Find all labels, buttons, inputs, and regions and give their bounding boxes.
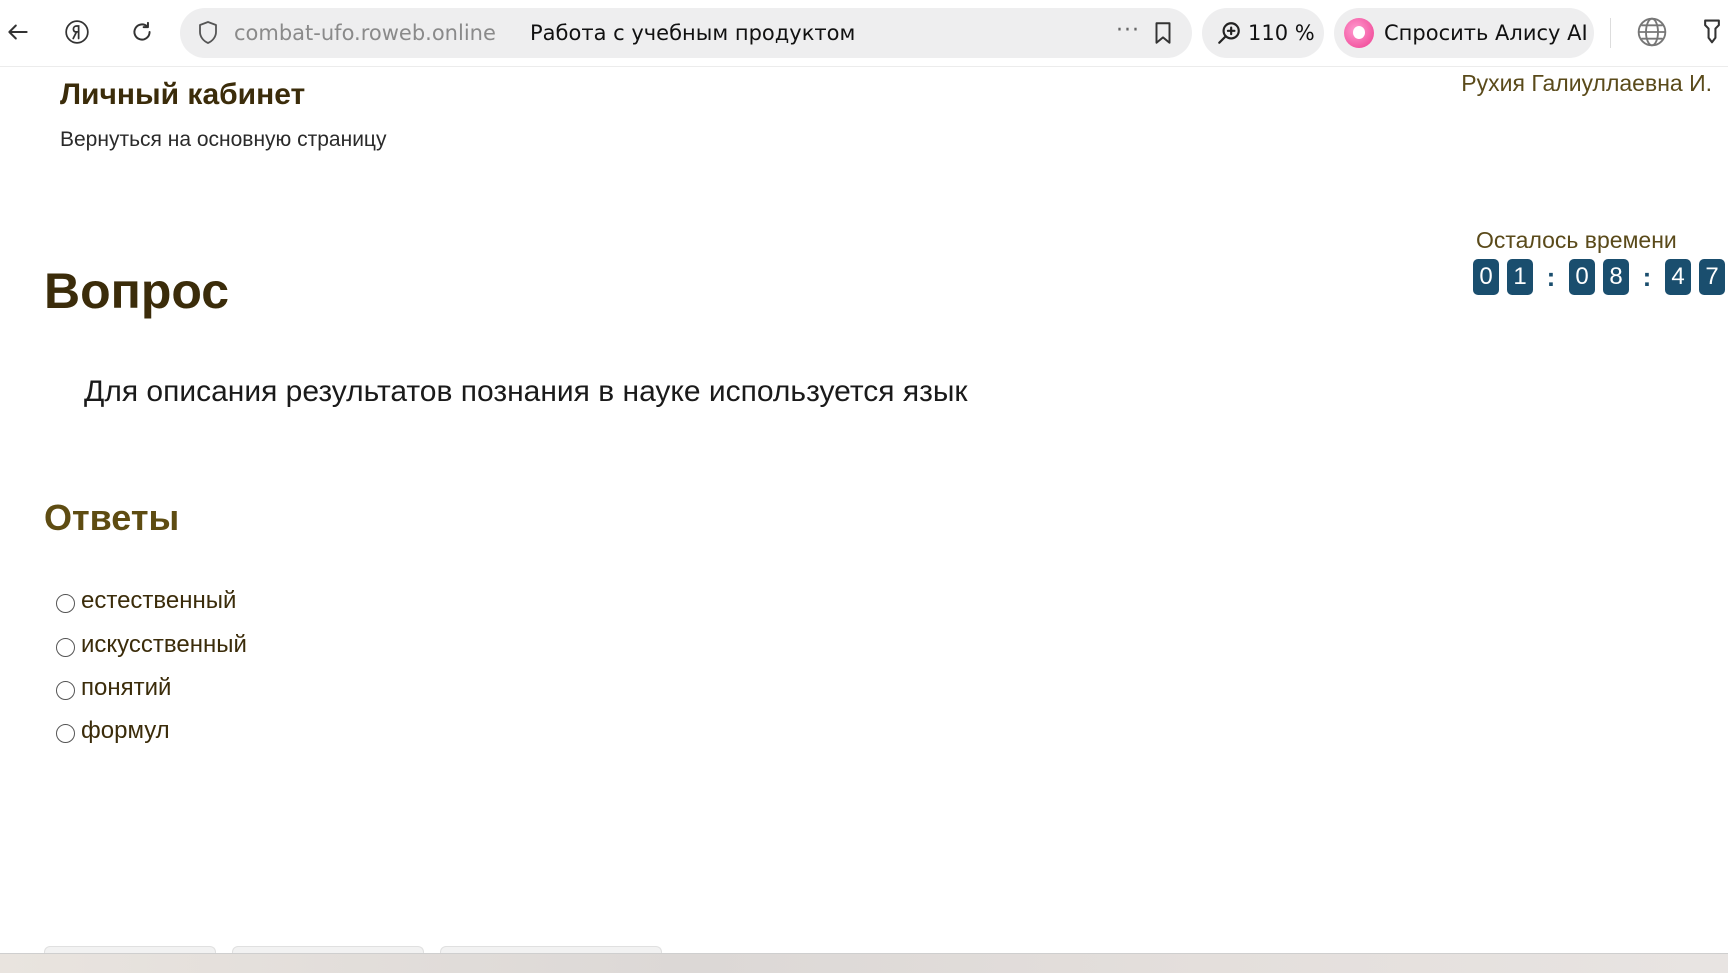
answer-label: формул bbox=[81, 717, 170, 744]
ask-alice-label: Спросить Алису AI bbox=[1384, 21, 1588, 45]
bookmark-icon[interactable] bbox=[1150, 20, 1176, 46]
answer-radio[interactable] bbox=[56, 637, 75, 657]
zoom-button[interactable]: 110 % bbox=[1202, 8, 1324, 58]
shield-icon[interactable] bbox=[196, 20, 220, 46]
globe-icon[interactable] bbox=[1636, 16, 1668, 48]
alice-icon bbox=[1344, 18, 1374, 48]
answer-radio[interactable] bbox=[56, 593, 75, 613]
more-icon[interactable]: ··· bbox=[1110, 18, 1146, 48]
yandex-logo-icon[interactable] bbox=[59, 14, 95, 50]
timer-digit: 1 bbox=[1507, 259, 1533, 295]
countdown-timer: 0 1 : 0 8 : 4 7 bbox=[1473, 259, 1728, 295]
answer-label: естественный bbox=[81, 587, 237, 614]
taskbar-strip bbox=[0, 953, 1728, 973]
answer-option[interactable]: естественный bbox=[56, 586, 236, 616]
timer-digit: 8 bbox=[1603, 259, 1629, 295]
timer-separator: : bbox=[1642, 262, 1652, 292]
zoom-level: 110 % bbox=[1248, 21, 1315, 45]
timer-digit: 0 bbox=[1569, 259, 1595, 295]
address-bar[interactable]: combat-ufo.roweb.online Работа с учебным… bbox=[180, 8, 1192, 58]
back-arrow-icon[interactable] bbox=[0, 14, 36, 50]
cabinet-title: Личный кабинет bbox=[60, 78, 306, 111]
answers-heading: Ответы bbox=[44, 497, 180, 538]
answer-radio[interactable] bbox=[56, 680, 75, 700]
extension-icon[interactable] bbox=[1698, 16, 1726, 48]
answer-option[interactable]: понятий bbox=[56, 673, 171, 703]
ask-alice-button[interactable]: Спросить Алису AI bbox=[1334, 8, 1594, 58]
timer-separator: : bbox=[1546, 262, 1556, 292]
timer-digit: 4 bbox=[1665, 259, 1691, 295]
back-to-main-link[interactable]: Вернуться на основную страницу bbox=[60, 128, 386, 152]
answer-option[interactable]: искусственный bbox=[56, 630, 247, 660]
tab-title: Работа с учебным продуктом bbox=[530, 21, 856, 45]
question-heading: Вопрос bbox=[44, 263, 230, 319]
timer-digit: 0 bbox=[1473, 259, 1499, 295]
url-text[interactable]: combat-ufo.roweb.online bbox=[234, 21, 496, 45]
timer-label: Осталось времени bbox=[1476, 227, 1677, 253]
answer-radio[interactable] bbox=[56, 723, 75, 743]
user-name[interactable]: Рухия Галиуллаевна И. bbox=[1461, 70, 1712, 97]
answer-label: понятий bbox=[81, 674, 172, 701]
toolbar-divider bbox=[1610, 18, 1611, 48]
timer-digit: 7 bbox=[1699, 259, 1725, 295]
question-text: Для описания результатов познания в наук… bbox=[84, 375, 968, 408]
reload-icon[interactable] bbox=[124, 14, 160, 50]
browser-toolbar: combat-ufo.roweb.online Работа с учебным… bbox=[0, 0, 1728, 67]
answer-option[interactable]: формул bbox=[56, 716, 170, 746]
answer-label: искусственный bbox=[81, 631, 247, 658]
zoom-in-icon bbox=[1218, 22, 1240, 44]
